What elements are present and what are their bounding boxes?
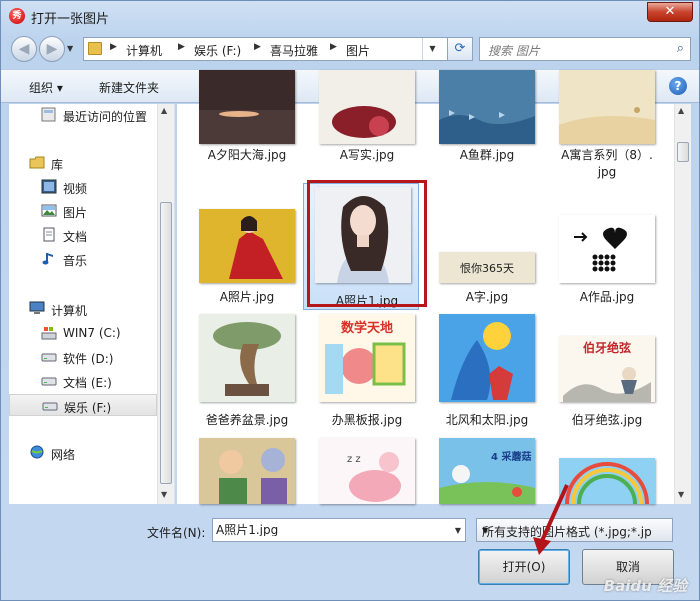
- thumbnail-text: 数学天地: [341, 320, 393, 336]
- sidebar-item-documents[interactable]: 文档: [9, 224, 157, 246]
- file-thumbnail: [559, 70, 655, 144]
- close-button[interactable]: ✕: [647, 2, 693, 22]
- file-item[interactable]: A夕阳大海.jpg: [179, 70, 299, 224]
- search-input[interactable]: 搜索 图片 ⌕: [479, 37, 691, 61]
- filename-field[interactable]: ▼: [212, 518, 466, 542]
- search-placeholder: 搜索 图片: [488, 44, 540, 58]
- sidebar-item-music[interactable]: 音乐: [9, 248, 157, 270]
- window-title: 打开一张图片: [31, 12, 110, 27]
- sidebar-scroll-thumb[interactable]: [160, 202, 172, 484]
- sidebar-item-drive-f[interactable]: 娱乐 (F:): [9, 394, 157, 416]
- thumbnail-text: 4 采蘑菇: [491, 450, 531, 463]
- file-thumbnail: [199, 314, 295, 402]
- file-list-scrollbar[interactable]: ▲ ▼: [674, 104, 691, 504]
- file-thumbnail: [319, 70, 415, 144]
- address-bar[interactable]: ▶ 计算机 ▶ 娱乐 (F:) ▶ 喜马拉雅 ▶ 图片 ▼: [83, 37, 473, 61]
- file-item[interactable]: A鱼群.jpg: [419, 70, 539, 224]
- filename-input[interactable]: [216, 522, 441, 536]
- file-thumbnail: z z: [319, 438, 415, 504]
- system-drive-icon: [41, 327, 57, 340]
- sidebar-item-recent[interactable]: 最近访问的位置: [9, 104, 157, 126]
- drive-icon: [41, 353, 57, 362]
- thumbnail-text: 伯牙绝弦: [583, 340, 631, 355]
- file-thumbnail: 恨你365天: [439, 252, 535, 283]
- file-thumbnail: [559, 215, 655, 283]
- file-type-filter[interactable]: 所有支持的图片格式 (*.jpg;*.jp ▼: [476, 518, 673, 542]
- organize-menu[interactable]: 组织 ▾: [29, 79, 63, 96]
- computer-icon: [29, 301, 45, 314]
- drive-icon: [42, 402, 58, 411]
- breadcrumb-computer[interactable]: 计算机: [126, 42, 162, 59]
- navigation-bar: ◀ ▶ ▼ ▶ 计算机 ▶ 娱乐 (F:) ▶ 喜马拉雅 ▶ 图片 ▼ ⟳ 搜索…: [1, 33, 699, 65]
- file-item[interactable]: A寓言系列（8）. jpg: [539, 70, 659, 224]
- sidebar-scrollbar[interactable]: ▲ ▼: [157, 104, 174, 504]
- breadcrumb-ximalaya[interactable]: 喜马拉雅: [270, 42, 318, 59]
- library-icon: [29, 156, 45, 169]
- help-icon[interactable]: ?: [669, 77, 687, 95]
- forward-button[interactable]: ▶: [39, 36, 65, 62]
- sidebar-item-drive-d[interactable]: 软件 (D:): [9, 346, 157, 368]
- file-item[interactable]: 伯牙绝弦 伯牙绝弦.jpg: [539, 314, 659, 434]
- watermark: Baidu 经验: [603, 577, 687, 595]
- folder-icon: [88, 42, 102, 55]
- file-list-scroll-thumb[interactable]: [677, 142, 689, 162]
- music-library-icon: [42, 253, 53, 265]
- file-item[interactable]: A作品.jpg: [539, 209, 659, 329]
- file-thumbnail: [199, 70, 295, 144]
- back-button[interactable]: ◀: [11, 36, 37, 62]
- video-library-icon: [41, 179, 57, 194]
- thumbnail-text: 恨你365天: [460, 261, 514, 275]
- new-folder-button[interactable]: 新建文件夹: [99, 79, 159, 96]
- document-library-icon: [43, 227, 55, 242]
- sidebar-item-pictures[interactable]: 图片: [9, 200, 157, 222]
- filename-dropdown[interactable]: ▼: [455, 526, 461, 535]
- file-thumbnail: [199, 438, 295, 504]
- file-item[interactable]: 爸爸养盆景.jpg: [179, 314, 299, 434]
- search-icon[interactable]: ⌕: [677, 41, 684, 56]
- breadcrumb-pictures[interactable]: 图片: [346, 42, 370, 59]
- dialog-footer: 文件名(N): ▼ 所有支持的图片格式 (*.jpg;*.jp ▼ 打开(O) …: [1, 505, 699, 601]
- sidebar-item-computer[interactable]: 计算机: [9, 298, 157, 320]
- file-thumbnail: 4 采蘑菇: [439, 438, 535, 504]
- file-item[interactable]: A照片.jpg: [179, 209, 299, 329]
- file-item[interactable]: 恨你365天 A字.jpg: [419, 209, 539, 329]
- file-item[interactable]: 数学天地 办黑板报.jpg: [299, 314, 419, 434]
- svg-text:z z: z z: [347, 454, 361, 465]
- file-thumbnail: [559, 458, 655, 504]
- drive-icon: [41, 377, 57, 386]
- file-list: A夕阳大海.jpg A写实.jpg A鱼群.jpg A寓言系列（8）. jpg: [177, 70, 691, 504]
- highlight-annotation-box: [307, 180, 427, 307]
- recent-locations-dropdown[interactable]: ▼: [67, 44, 73, 53]
- app-logo-icon: 秀: [9, 8, 25, 24]
- picture-library-icon: [41, 204, 57, 217]
- sidebar-item-videos[interactable]: 视频: [9, 176, 157, 198]
- file-item[interactable]: 北风和太阳.jpg: [419, 314, 539, 434]
- file-thumbnail: 数学天地: [319, 314, 415, 402]
- title-bar: 秀 打开一张图片 ✕: [1, 1, 699, 31]
- refresh-button[interactable]: ⟳: [447, 37, 473, 61]
- network-icon: [30, 445, 44, 459]
- file-thumbnail: [199, 209, 295, 283]
- sidebar-item-network[interactable]: 网络: [9, 442, 157, 464]
- file-thumbnail: [439, 70, 535, 144]
- navigation-pane: 最近访问的位置 库 视频 图片 文档 音乐 计算机 WIN7 (C:) 软件 (…: [9, 104, 175, 504]
- sidebar-item-library[interactable]: 库: [9, 152, 157, 174]
- breadcrumb-drive-f[interactable]: 娱乐 (F:): [194, 42, 241, 59]
- sidebar-item-drive-e[interactable]: 文档 (E:): [9, 370, 157, 392]
- recent-places-icon: [41, 107, 56, 122]
- address-dropdown[interactable]: ▼: [422, 38, 442, 60]
- file-thumbnail: 伯牙绝弦: [559, 336, 655, 402]
- file-thumbnail: [439, 314, 535, 402]
- open-button[interactable]: 打开(O): [478, 549, 570, 585]
- sidebar-item-drive-c[interactable]: WIN7 (C:): [9, 322, 157, 344]
- open-image-dialog: 秀 打开一张图片 ✕ ◀ ▶ ▼ ▶ 计算机 ▶ 娱乐 (F:) ▶ 喜马拉雅 …: [0, 0, 700, 601]
- filename-label: 文件名(N):: [147, 526, 206, 540]
- chevron-down-icon: ▼: [482, 526, 489, 535]
